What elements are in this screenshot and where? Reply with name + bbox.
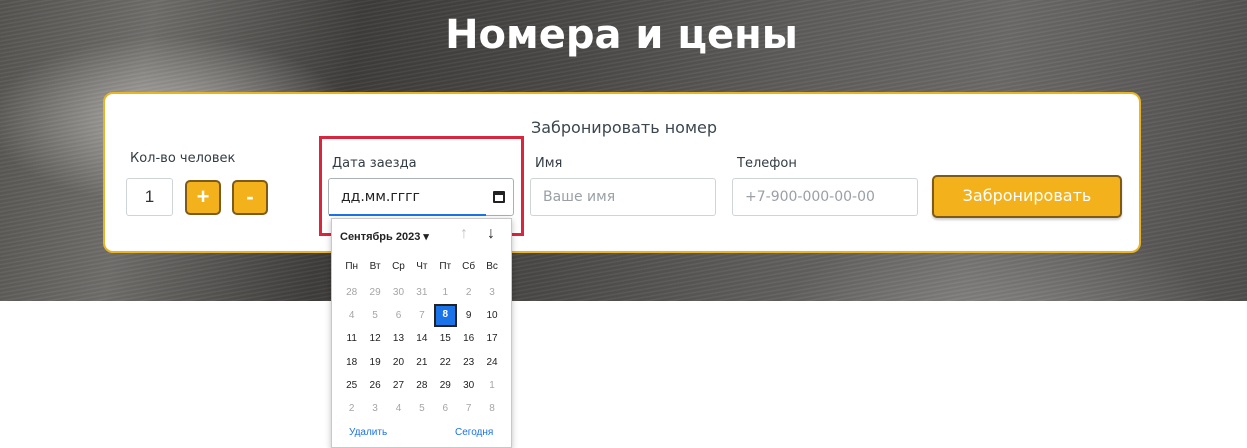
booking-form: Забронировать номер Кол-во человек 1 + -…	[103, 92, 1141, 253]
guests-minus-button[interactable]: -	[232, 180, 268, 215]
calendar-day[interactable]: 28	[340, 281, 363, 304]
calendar-day[interactable]: 6	[434, 397, 457, 420]
name-input[interactable]: Ваше имя	[530, 178, 716, 216]
calendar-day[interactable]: 29	[363, 281, 386, 304]
weekday-header: Пн Вт Ср Чт Пт Сб Вс	[340, 261, 506, 272]
calendar-day-selected[interactable]: 8	[433, 304, 457, 328]
calendar-week-row: 2345678	[340, 397, 506, 420]
weekday-label: Пт	[439, 261, 452, 272]
calendar-week-row: 4 5 6 7 8 9 10	[340, 304, 506, 328]
calendar-day[interactable]: 2	[340, 397, 363, 420]
calendar-day[interactable]: 19	[363, 351, 386, 374]
calendar-day[interactable]: 22	[434, 351, 457, 374]
clear-date-link[interactable]: Удалить	[349, 427, 387, 438]
calendar-day[interactable]: 26	[363, 374, 386, 397]
weekday-label: Вс	[486, 261, 498, 272]
calendar-day[interactable]: 30	[457, 374, 480, 397]
calendar-day[interactable]: 18	[340, 351, 363, 374]
phone-label: Телефон	[737, 156, 797, 171]
next-month-icon[interactable]: ↓	[483, 225, 499, 243]
booking-heading: Забронировать номер	[530, 118, 718, 137]
prev-month-icon[interactable]: ↑	[456, 225, 472, 243]
calendar-day[interactable]: 14	[410, 327, 433, 350]
calendar-week-row: 28 29 30 31 1 2 3	[340, 281, 506, 304]
calendar-day[interactable]: 1	[480, 374, 503, 397]
calendar-day[interactable]: 13	[387, 327, 410, 350]
calendar-day[interactable]: 3	[363, 397, 386, 420]
weekday-label: Вт	[369, 261, 381, 272]
calendar-day[interactable]: 8	[480, 397, 503, 420]
checkin-date-value: дд.мм.гггг	[341, 189, 420, 205]
calendar-day[interactable]: 17	[480, 327, 503, 350]
calendar-day[interactable]: 5	[363, 304, 386, 327]
phone-input[interactable]: +7-900-000-00-00	[732, 178, 918, 216]
calendar-day[interactable]: 25	[340, 374, 363, 397]
book-button[interactable]: Забронировать	[932, 175, 1122, 218]
weekday-label: Чт	[416, 261, 428, 272]
calendar-day[interactable]: 21	[410, 351, 433, 374]
calendar-day[interactable]: 15	[434, 327, 457, 350]
name-label: Имя	[535, 156, 563, 171]
weekday-label: Пн	[345, 261, 359, 272]
calendar-day[interactable]: 23	[457, 351, 480, 374]
calendar-day[interactable]: 29	[434, 374, 457, 397]
calendar-day[interactable]: 5	[410, 397, 433, 420]
calendar-day[interactable]: 31	[410, 281, 433, 304]
calendar-day[interactable]: 4	[340, 304, 363, 327]
calendar-day[interactable]: 1	[434, 281, 457, 304]
calendar-day[interactable]: 7	[457, 397, 480, 420]
checkin-label: Дата заезда	[332, 156, 417, 171]
calendar-day[interactable]: 12	[363, 327, 386, 350]
calendar-week-row: 25 26 27 28 29 30 1	[340, 374, 506, 397]
calendar-week-row: 18 19 20 21 22 23 24	[340, 351, 506, 374]
calendar-day[interactable]: 11	[340, 327, 363, 350]
calendar-grid: 28 29 30 31 1 2 3 4 5 6 7 8 9 10 11 12 13 14 15 16 17 18 19 20 2…	[340, 281, 506, 420]
calendar-day[interactable]: 6	[387, 304, 410, 327]
calendar-day[interactable]: 7	[410, 304, 433, 327]
calendar-day[interactable]: 3	[480, 281, 503, 304]
today-link[interactable]: Сегодня	[455, 427, 493, 438]
guests-label: Кол-во человек	[130, 151, 236, 166]
focus-underline	[329, 214, 486, 216]
calendar-icon[interactable]	[493, 191, 505, 203]
calendar-day[interactable]: 28	[410, 374, 433, 397]
checkin-date-input[interactable]: дд.мм.гггг	[328, 178, 514, 216]
calendar-day[interactable]: 4	[387, 397, 410, 420]
calendar-week-row: 11 12 13 14 15 16 17	[340, 327, 506, 350]
calendar-day[interactable]: 27	[387, 374, 410, 397]
calendar-day[interactable]: 24	[480, 351, 503, 374]
weekday-label: Ср	[392, 261, 405, 272]
guests-count-input[interactable]: 1	[126, 178, 173, 216]
guests-plus-button[interactable]: +	[185, 180, 221, 215]
calendar-day[interactable]: 30	[387, 281, 410, 304]
calendar-day[interactable]: 9	[457, 304, 480, 327]
calendar-day[interactable]: 10	[480, 304, 503, 327]
weekday-label: Сб	[462, 261, 476, 272]
calendar-day[interactable]: 20	[387, 351, 410, 374]
calendar-day[interactable]: 16	[457, 327, 480, 350]
page-title: Номера и цены	[445, 12, 798, 58]
calendar-day[interactable]: 2	[457, 281, 480, 304]
date-picker-popup: Сентябрь 2023 ▾ ↑ ↓ Пн Вт Ср Чт Пт Сб Вс 28 29 3…	[331, 218, 512, 448]
month-select[interactable]: Сентябрь 2023 ▾	[340, 230, 429, 243]
